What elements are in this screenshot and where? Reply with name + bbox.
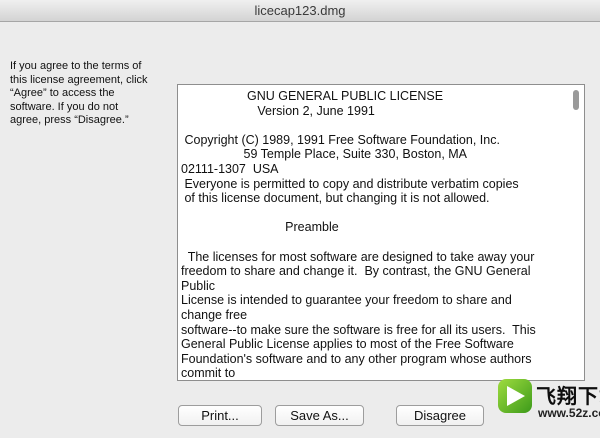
instructions-line: this license agreement, click	[10, 73, 148, 86]
license-line: freedom to share and change it. By contr…	[181, 264, 531, 279]
vertical-scrollbar[interactable]	[569, 85, 584, 380]
license-line: Foundation's software and to any other p…	[181, 351, 532, 366]
license-text-area[interactable]: GNU GENERAL PUBLIC LICENSE Version 2, Ju…	[177, 84, 585, 381]
site-logo-icon	[498, 379, 532, 413]
instructions-line: software. If you do not	[10, 100, 119, 113]
license-line: Preamble	[181, 220, 339, 235]
license-instructions: If you agree to the terms of this licens…	[10, 60, 170, 128]
save-as-button[interactable]: Save As...	[275, 405, 364, 426]
license-line: change free	[181, 307, 248, 322]
license-line	[181, 206, 567, 221]
license-line: General Public License applies to most o…	[181, 337, 514, 352]
watermark: 飞翔下载 www.52z.com	[496, 377, 600, 438]
license-line: software--to make sure the software is f…	[181, 322, 536, 337]
print-button[interactable]: Print...	[178, 405, 262, 426]
license-line: Copyright (C) 1989, 1991 Free Software F…	[181, 132, 500, 147]
disagree-button[interactable]: Disagree	[396, 405, 484, 426]
license-line: 02111-1307 USA	[181, 161, 279, 176]
license-line: Public	[181, 278, 216, 293]
license-line: License is intended to guarantee your fr…	[181, 293, 512, 308]
license-text: GNU GENERAL PUBLIC LICENSE Version 2, Ju…	[181, 89, 567, 380]
license-line: GNU GENERAL PUBLIC LICENSE	[181, 89, 444, 103]
license-line	[181, 118, 567, 133]
license-line: Everyone is permitted to copy and distri…	[181, 176, 519, 191]
watermark-name: 飞翔下载	[536, 386, 600, 408]
instructions-line: agree, press “Disagree.”	[10, 114, 129, 126]
license-line: of this license document, but changing i…	[181, 191, 490, 206]
instructions-line: If you agree to the terms of	[10, 60, 142, 72]
watermark-url: www.52z.com	[538, 406, 600, 420]
license-line: 59 Temple Place, Suite 330, Boston, MA	[181, 147, 468, 162]
license-line: The licenses for most software are desig…	[181, 249, 535, 264]
window-title: licecap123.dmg	[254, 3, 346, 18]
title-bar: licecap123.dmg	[0, 0, 600, 22]
instructions-line: “Agree” to access the	[10, 87, 115, 99]
scroll-thumb[interactable]	[573, 90, 579, 110]
license-line: Version 2, June 1991	[181, 103, 375, 118]
license-line	[181, 235, 567, 250]
